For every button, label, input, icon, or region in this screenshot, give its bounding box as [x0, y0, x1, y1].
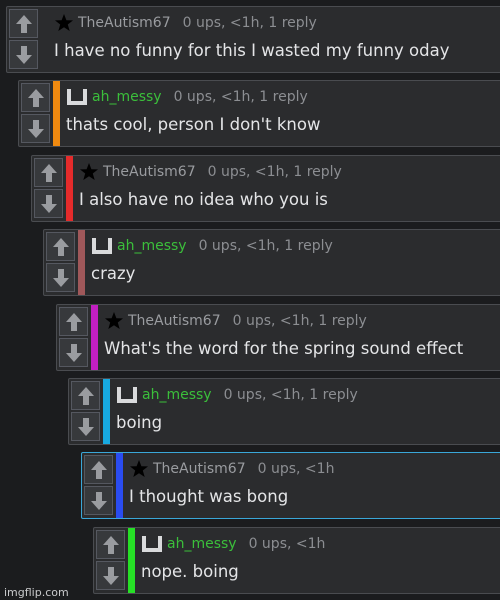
comment-meta: ah_messy 0 ups, <1h, 1 reply [66, 85, 308, 109]
comment-meta: TheAutism67 0 ups, <1h, 1 reply [79, 160, 342, 184]
thread-depth-bar [66, 156, 73, 221]
comment-stats: 0 ups, <1h, 1 reply [173, 89, 308, 105]
upvote-button[interactable] [96, 530, 125, 559]
bucket-icon [141, 535, 163, 553]
comment-text: crazy [91, 264, 136, 283]
vote-controls [7, 7, 41, 72]
bucket-icon [66, 88, 88, 106]
username-link[interactable]: TheAutism67 [153, 461, 246, 477]
comment-meta: ah_messy 0 ups, <1h, 1 reply [91, 234, 333, 258]
arrow-up-icon [15, 14, 32, 33]
thread-depth-bar [116, 453, 123, 518]
comment-stats: 0 ups, <1h, 1 reply [232, 313, 367, 329]
arrow-down-icon [52, 268, 69, 287]
thread-depth-bar [128, 528, 135, 593]
upvote-button[interactable] [9, 9, 38, 38]
comment-stats: 0 ups, <1h, 1 reply [198, 238, 333, 254]
arrow-down-icon [77, 417, 94, 436]
username-link[interactable]: ah_messy [92, 89, 162, 105]
downvote-button[interactable] [21, 114, 50, 143]
imgflip-watermark: imgflip.com [4, 586, 69, 599]
arrow-down-icon [27, 119, 44, 138]
vote-controls [82, 453, 116, 518]
upvote-button[interactable] [34, 158, 63, 187]
arrow-down-icon [40, 194, 57, 213]
arrow-up-icon [27, 88, 44, 107]
username-link[interactable]: TheAutism67 [128, 313, 221, 329]
arrow-up-icon [77, 386, 94, 405]
comment: ah_messy 0 ups, <1h, 1 reply thats cool,… [18, 80, 500, 147]
downvote-button[interactable] [71, 412, 100, 441]
comment-stats: 0 ups, <1h, 1 reply [207, 164, 342, 180]
username-link[interactable]: ah_messy [167, 536, 237, 552]
downvote-button[interactable] [59, 338, 88, 367]
vote-controls [69, 379, 103, 444]
arrow-down-icon [65, 343, 82, 362]
downvote-button[interactable] [46, 263, 75, 292]
arrow-down-icon [102, 566, 119, 585]
comment-meta: TheAutism67 0 ups, <1h, 1 reply [54, 11, 317, 35]
comment-text: What's the word for the spring sound eff… [104, 339, 464, 358]
comment-text: I have no funny for this I wasted my fun… [54, 41, 450, 60]
username-link[interactable]: TheAutism67 [78, 15, 171, 31]
comment: ah_messy 0 ups, <1h, 1 reply crazy [43, 229, 500, 296]
downvote-button[interactable] [96, 561, 125, 590]
downvote-button[interactable] [9, 40, 38, 69]
star-icon [54, 13, 74, 33]
star-icon [104, 311, 124, 331]
comment: TheAutism67 0 ups, <1h, 1 reply I have n… [6, 6, 500, 73]
arrow-up-icon [52, 237, 69, 256]
comment-meta: ah_messy 0 ups, <1h, 1 reply [116, 383, 358, 407]
upvote-button[interactable] [46, 232, 75, 261]
comment-stats: 0 ups, <1h [257, 461, 335, 477]
comment: ah_messy 0 ups, <1h, 1 reply boing [68, 378, 500, 445]
comment-text: thats cool, person I don't know [66, 115, 321, 134]
thread-depth-bar [91, 305, 98, 370]
arrow-up-icon [102, 535, 119, 554]
arrow-down-icon [15, 45, 32, 64]
comment: TheAutism67 0 ups, <1h I thought was bon… [81, 452, 500, 519]
comment: ah_messy 0 ups, <1h nope. boing [93, 527, 500, 594]
star-icon [79, 162, 99, 182]
comment-stats: 0 ups, <1h, 1 reply [223, 387, 358, 403]
username-link[interactable]: ah_messy [142, 387, 212, 403]
arrow-up-icon [40, 163, 57, 182]
upvote-button[interactable] [71, 381, 100, 410]
comment: TheAutism67 0 ups, <1h, 1 reply What's t… [56, 304, 500, 371]
comment-meta: TheAutism67 0 ups, <1h, 1 reply [104, 309, 367, 333]
upvote-button[interactable] [21, 83, 50, 112]
username-link[interactable]: TheAutism67 [103, 164, 196, 180]
arrow-up-icon [90, 460, 107, 479]
downvote-button[interactable] [34, 189, 63, 218]
arrow-up-icon [65, 312, 82, 331]
comment-stats: 0 ups, <1h [248, 536, 326, 552]
comment-thread: TheAutism67 0 ups, <1h, 1 reply I have n… [0, 0, 500, 600]
bucket-icon [116, 386, 138, 404]
comment-text: I also have no idea who you is [79, 190, 328, 209]
comment-meta: ah_messy 0 ups, <1h [141, 532, 325, 556]
upvote-button[interactable] [84, 455, 113, 484]
vote-controls [32, 156, 66, 221]
downvote-button[interactable] [84, 486, 113, 515]
thread-depth-bar [78, 230, 85, 295]
comment-meta: TheAutism67 0 ups, <1h [129, 457, 334, 481]
upvote-button[interactable] [59, 307, 88, 336]
arrow-down-icon [90, 491, 107, 510]
thread-depth-bar [53, 81, 60, 146]
vote-controls [57, 305, 91, 370]
bucket-icon [91, 237, 113, 255]
vote-controls [44, 230, 78, 295]
star-icon [129, 459, 149, 479]
thread-depth-bar [103, 379, 110, 444]
comment-stats: 0 ups, <1h, 1 reply [182, 15, 317, 31]
comment-text: I thought was bong [129, 487, 289, 506]
comment-text: boing [116, 413, 163, 432]
vote-controls [94, 528, 128, 593]
username-link[interactable]: ah_messy [117, 238, 187, 254]
comment-text: nope. boing [141, 562, 239, 581]
vote-controls [19, 81, 53, 146]
comment: TheAutism67 0 ups, <1h, 1 reply I also h… [31, 155, 500, 222]
